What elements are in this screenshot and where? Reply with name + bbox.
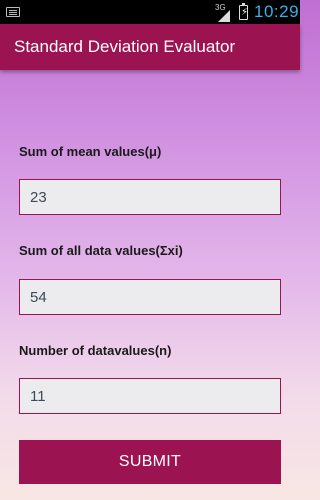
notification-icon xyxy=(6,7,20,17)
data-sum-label: Sum of all data values(Σxi) xyxy=(19,243,183,258)
app-bar: Standard Deviation Evaluator xyxy=(0,24,300,70)
count-input[interactable] xyxy=(19,378,281,414)
page-title: Standard Deviation Evaluator xyxy=(14,37,236,56)
signal-icon xyxy=(218,10,230,22)
data-sum-input[interactable] xyxy=(19,279,281,315)
count-label: Number of datavalues(n) xyxy=(19,343,172,358)
bolt-icon: ⚡ xyxy=(241,7,249,18)
status-clock: 10:29 xyxy=(254,2,300,21)
mean-sum-label: Sum of mean values(μ) xyxy=(19,144,162,159)
mean-sum-input[interactable] xyxy=(19,179,281,215)
battery-charging-icon: ⚡ xyxy=(239,3,249,20)
submit-button[interactable]: SUBMIT xyxy=(19,440,281,484)
status-bar: 3G ⚡ 10:29 xyxy=(0,0,300,24)
